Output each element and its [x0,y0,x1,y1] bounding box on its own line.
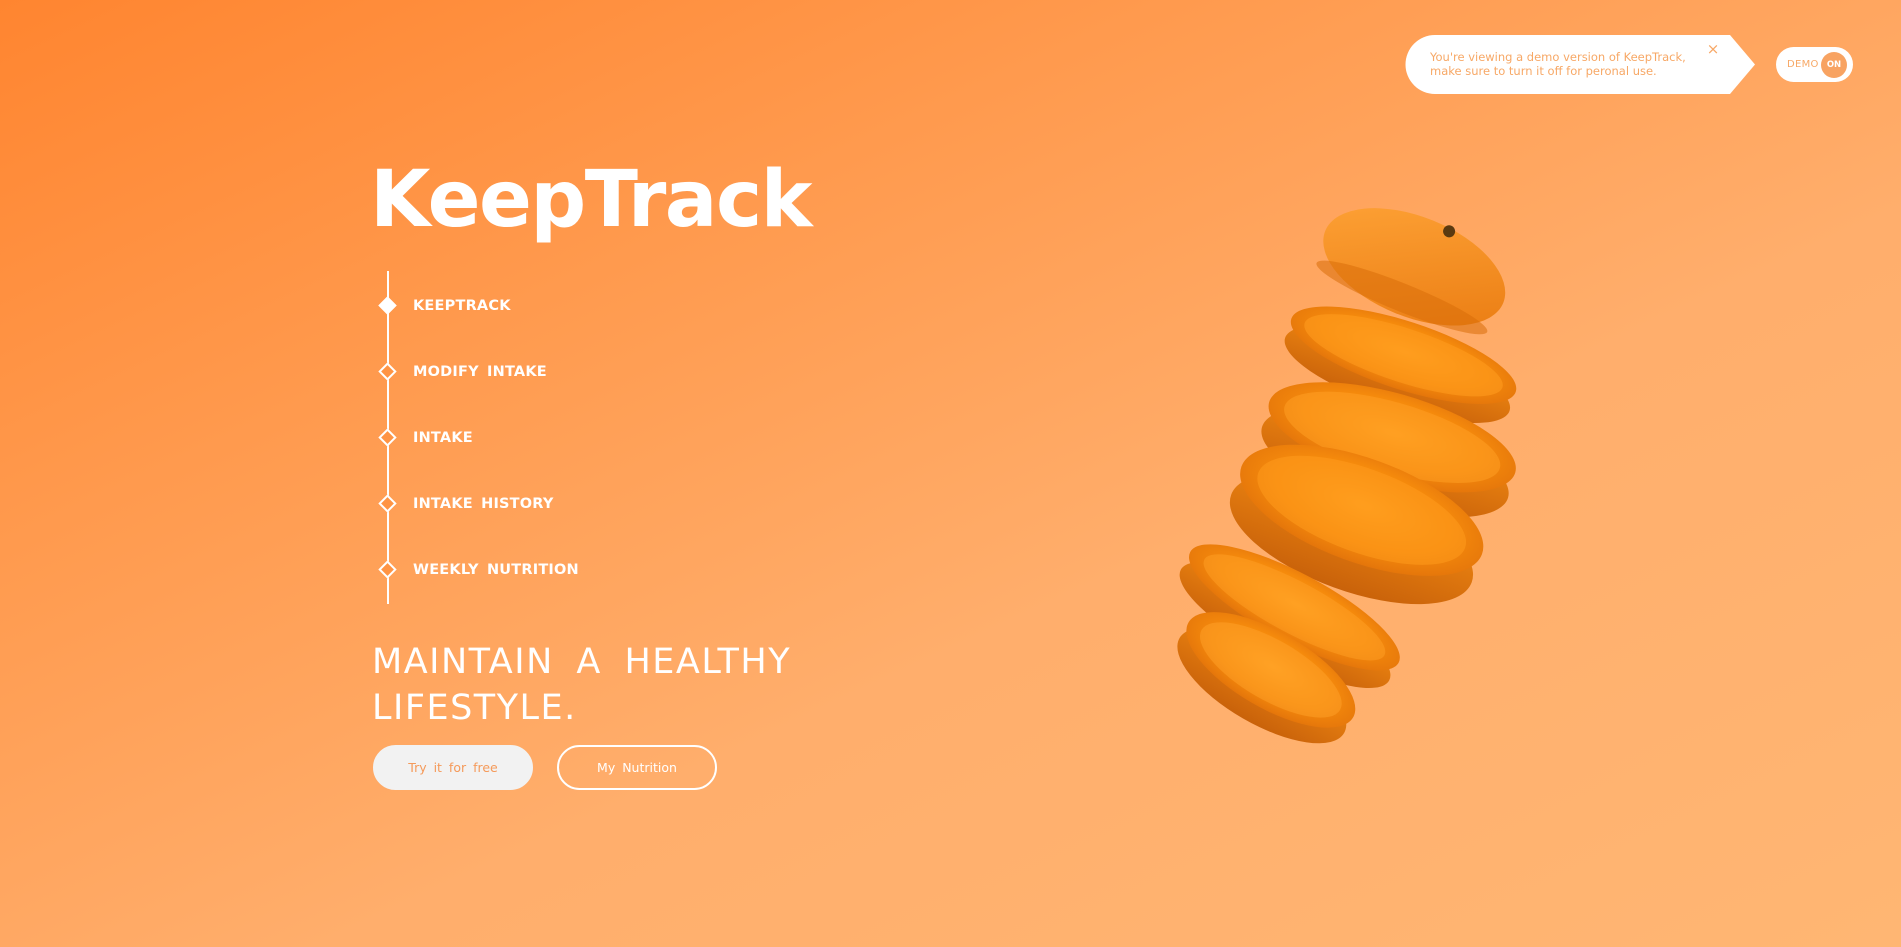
nav-item-modify-intake[interactable]: MODIFY INTAKE [374,357,634,387]
nav-item-weekly-nutrition[interactable]: WEEKLY NUTRITION [374,555,634,585]
demo-notice-message: You're viewing a demo version of KeepTra… [1430,50,1686,78]
nav-item-intake-history[interactable]: INTAKE HISTORY [374,489,634,519]
diamond-outline-icon [378,362,397,381]
diamond-outline-icon [378,560,397,579]
my-nutrition-button[interactable]: My Nutrition [557,745,717,790]
nav-item-keeptrack[interactable]: KEEPTRACK [374,291,634,321]
try-free-button[interactable]: Try it for free [373,745,533,790]
nav-item-label: INTAKE HISTORY [413,496,554,512]
brand-title: KeepTrack [370,155,813,245]
demo-toggle[interactable]: DEMO ON [1776,47,1853,82]
nav-item-label: WEEKLY NUTRITION [413,562,579,578]
close-icon[interactable]: × [1705,41,1721,57]
nav-item-label: MODIFY INTAKE [413,364,547,380]
diamond-outline-icon [378,494,397,513]
hero-tagline-line: MAINTAIN A HEALTHY [372,642,792,682]
demo-notice: You're viewing a demo version of KeepTra… [1405,35,1755,94]
demo-toggle-knob: ON [1821,52,1847,78]
sliced-orange-image [1177,208,1517,744]
landing-page: You're viewing a demo version of KeepTra… [0,0,1901,947]
hero-tagline: MAINTAIN A HEALTHY LIFESTYLE. [372,639,832,731]
hero-tagline-line: LIFESTYLE. [372,688,577,728]
nav-item-intake[interactable]: INTAKE [374,423,634,453]
demo-toggle-label: DEMO [1787,59,1819,70]
diamond-filled-icon [378,296,397,315]
diamond-outline-icon [378,428,397,447]
nav-item-label: INTAKE [413,430,473,446]
nav-item-label: KEEPTRACK [413,298,511,314]
